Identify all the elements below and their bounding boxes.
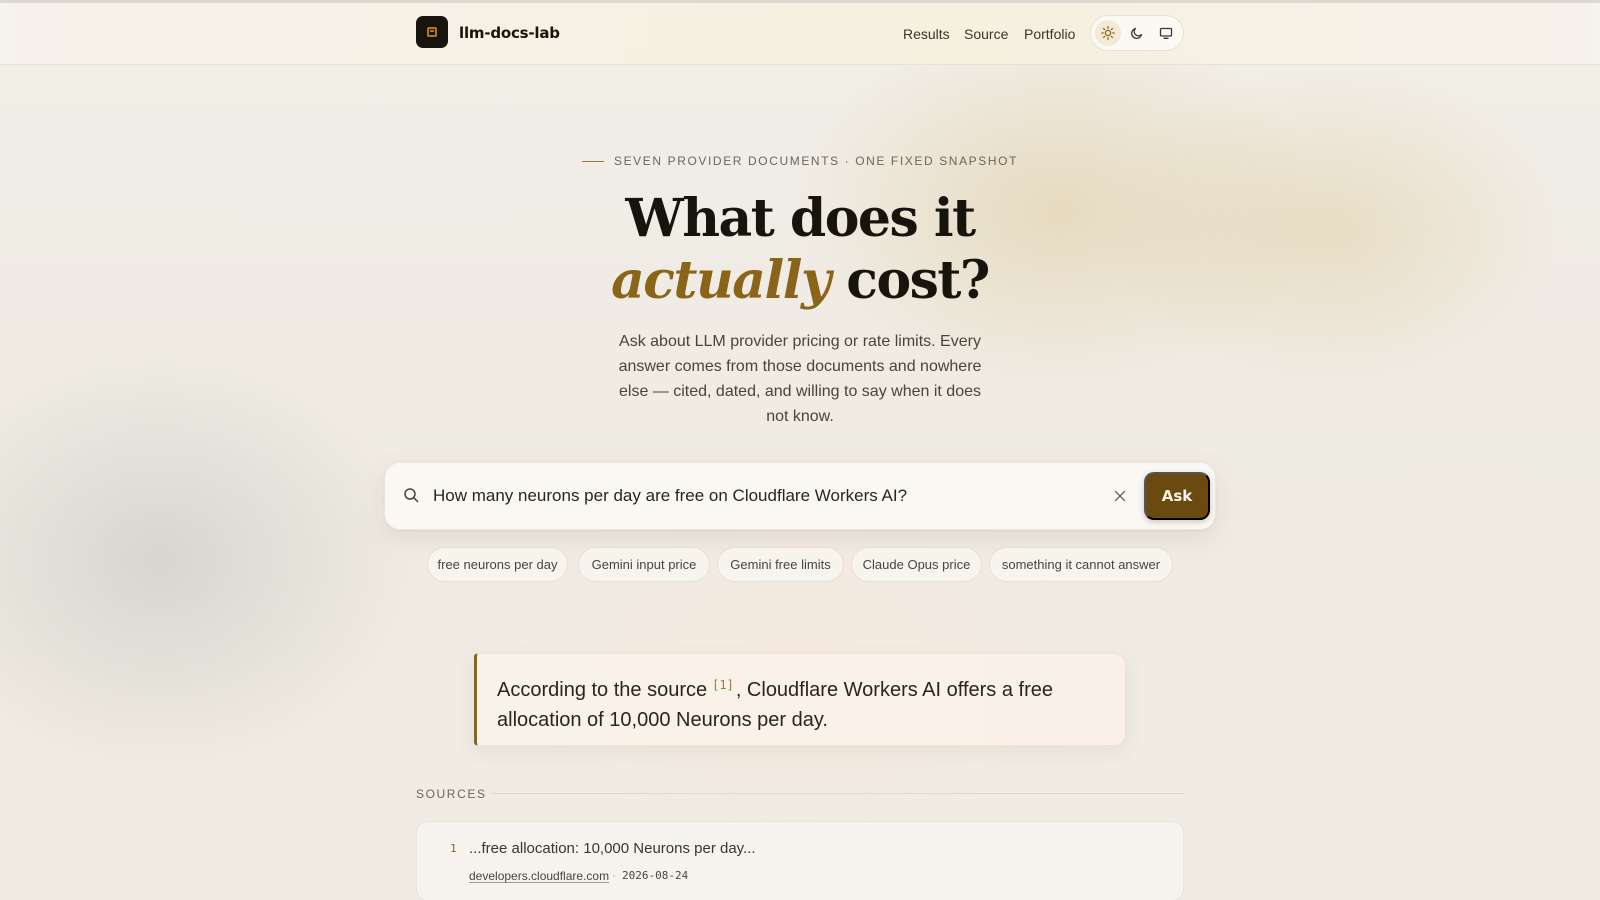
logo-icon[interactable] bbox=[416, 16, 448, 48]
background bbox=[0, 0, 1600, 900]
ask-button[interactable]: Ask bbox=[1144, 472, 1210, 520]
eyebrow: SEVEN PROVIDER DOCUMENTS · ONE FIXED SNA… bbox=[0, 154, 1600, 168]
light-theme-button[interactable] bbox=[1095, 20, 1121, 46]
suggestion-chip[interactable]: Claude Opus price bbox=[851, 547, 982, 582]
page-title-line2: actually cost? bbox=[0, 250, 1600, 311]
source-link[interactable]: developers.cloudflare.com bbox=[469, 869, 609, 883]
eyebrow-text: SEVEN PROVIDER DOCUMENTS · ONE FIXED SNA… bbox=[613, 154, 1019, 168]
answer-card: According to the source [1], Cloudflare W… bbox=[474, 653, 1126, 746]
nav-source[interactable]: Source bbox=[964, 26, 1008, 42]
suggestion-chip[interactable]: Gemini free limits bbox=[717, 547, 844, 582]
source-date: 2026-08-24 bbox=[622, 869, 689, 882]
monitor-icon bbox=[1159, 27, 1173, 39]
page-title-line1: What does it bbox=[625, 188, 976, 249]
subtitle: Ask about LLM provider pricing or rate l… bbox=[618, 333, 982, 425]
source-card: 1 ...free allocation: 10,000 Neurons per… bbox=[416, 821, 1184, 900]
search-icon bbox=[404, 488, 419, 503]
dark-theme-button[interactable] bbox=[1124, 20, 1150, 46]
search-input[interactable]: How many neurons per day are free on Clo… bbox=[433, 486, 907, 506]
clear-icon[interactable] bbox=[1113, 489, 1127, 503]
nav-results[interactable]: Results bbox=[903, 26, 950, 42]
sun-icon bbox=[1101, 26, 1115, 40]
citation-marker[interactable]: [1] bbox=[712, 678, 734, 692]
suggestion-chip[interactable]: Gemini input price bbox=[578, 547, 710, 582]
answer-prefix: According to the source bbox=[497, 679, 708, 701]
source-snippet: ...free allocation: 10,000 Neurons per d… bbox=[469, 840, 756, 857]
separator: · bbox=[612, 868, 616, 882]
search-box: How many neurons per day are free on Clo… bbox=[384, 462, 1216, 530]
sources-label: SOURCES bbox=[416, 787, 487, 801]
theme-switch bbox=[1090, 15, 1184, 51]
moon-icon bbox=[1131, 27, 1143, 39]
divider bbox=[491, 793, 1184, 794]
brand-name[interactable]: llm-docs-lab bbox=[459, 24, 560, 42]
source-number: 1 bbox=[450, 842, 457, 855]
title-rest: cost? bbox=[829, 250, 990, 311]
system-theme-button[interactable] bbox=[1153, 20, 1179, 46]
suggestion-chip[interactable]: free neurons per day bbox=[427, 547, 568, 582]
nav-portfolio[interactable]: Portfolio bbox=[1024, 26, 1075, 42]
eyebrow-rule bbox=[581, 161, 604, 163]
suggestion-chip[interactable]: something it cannot answer bbox=[989, 547, 1173, 582]
top-bar: llm-docs-lab Results Source Portfolio bbox=[0, 3, 1600, 65]
title-accent: actually bbox=[611, 250, 831, 311]
